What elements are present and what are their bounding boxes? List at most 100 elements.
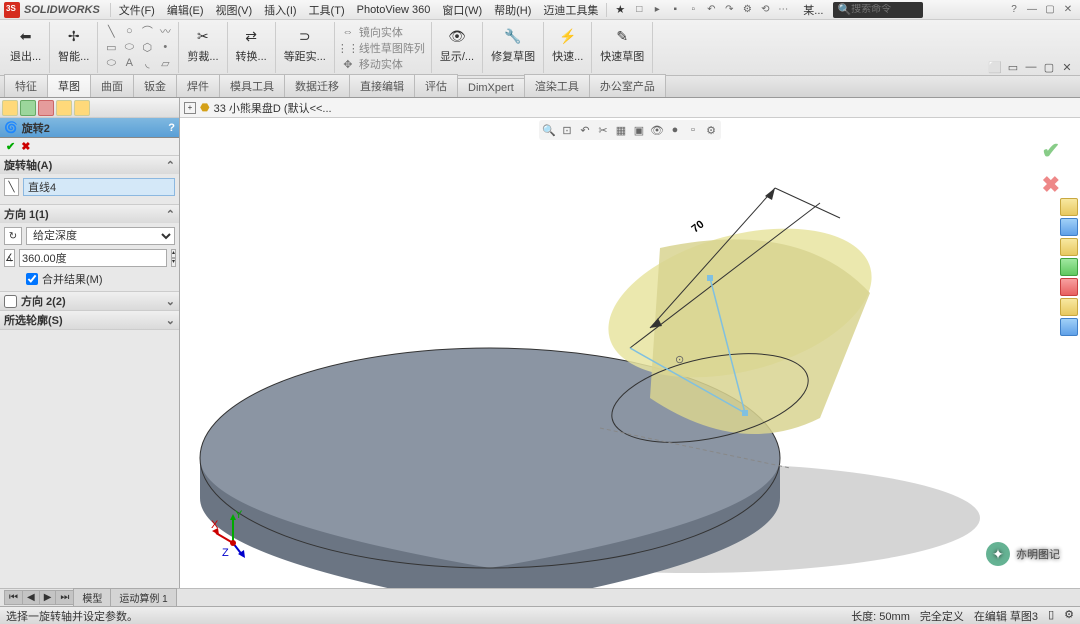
maximize-icon[interactable]: ▢ (1042, 2, 1058, 18)
menu-tools[interactable]: 工具(T) (303, 0, 351, 20)
tab-data[interactable]: 数据迁移 (284, 74, 350, 97)
redo-icon[interactable]: ↷ (721, 2, 737, 18)
task-library-icon[interactable] (1060, 238, 1078, 256)
dimension-value[interactable]: 70 (689, 218, 706, 235)
tab-dimxpert[interactable]: DimXpert (457, 78, 525, 97)
quick-button[interactable]: ⚡ 快速... (550, 24, 585, 66)
dir1-type-select[interactable]: 给定深度 (26, 227, 175, 245)
tab-office[interactable]: 办公室产品 (589, 74, 666, 97)
minimize-icon[interactable]: — (1024, 2, 1040, 18)
menu-maidi[interactable]: 迈迪工具集 (537, 0, 604, 20)
slot-icon[interactable]: ⬭ (122, 40, 136, 54)
offset-button[interactable]: ⊃ 等距实... (282, 24, 328, 66)
panel-tab-feature-tree-icon[interactable] (2, 100, 18, 116)
confirm-ok-icon[interactable]: ✔ (1042, 138, 1060, 164)
doc-close-icon[interactable]: ✕ (1060, 60, 1074, 74)
tab-weld[interactable]: 焊件 (176, 74, 220, 97)
doc-tile-icon[interactable]: ⬜ (988, 60, 1002, 74)
poly-icon[interactable]: ⬡ (140, 40, 154, 54)
circle-icon[interactable]: ○ (122, 24, 136, 38)
open-icon[interactable]: ▸ (649, 2, 665, 18)
tab-sketch[interactable]: 草图 (47, 74, 91, 97)
new-icon[interactable]: □ (631, 2, 647, 18)
panel-tab-dim-icon[interactable] (56, 100, 72, 116)
tab-next-icon[interactable]: ▶ (39, 590, 57, 605)
undo-icon[interactable]: ↶ (703, 2, 719, 18)
tab-direct[interactable]: 直接编辑 (349, 74, 415, 97)
rebuild-icon[interactable]: ⟲ (757, 2, 773, 18)
canvas[interactable]: 70 ⊙ (180, 118, 1080, 588)
convert-button[interactable]: ⇄ 转换... (234, 24, 269, 66)
task-appearance-icon[interactable] (1060, 298, 1078, 316)
point-icon[interactable]: • (158, 40, 172, 54)
task-custom-icon[interactable] (1060, 318, 1078, 336)
dir1-header[interactable]: 方向 1(1) ⌃ (0, 205, 179, 223)
dir2-checkbox[interactable] (4, 295, 17, 308)
dir2-header[interactable]: 方向 2(2) ⌄ (0, 292, 179, 310)
plane-icon[interactable]: ▱ (158, 56, 172, 70)
text-icon[interactable]: A (122, 56, 136, 70)
doc-min-icon[interactable]: — (1024, 60, 1038, 74)
contour-header[interactable]: 所选轮廓(S) ⌄ (0, 311, 179, 329)
task-view-icon[interactable] (1060, 278, 1078, 296)
tab-first-icon[interactable]: ⏮ (4, 590, 23, 605)
line-icon[interactable]: ╲ (104, 24, 118, 38)
tab-last-icon[interactable]: ⏭ (55, 590, 74, 605)
help-q-icon[interactable]: ? (168, 122, 175, 134)
more-icon[interactable]: ⋯ (775, 2, 791, 18)
angle-spinner[interactable]: ▴▾ (171, 249, 176, 267)
task-home-icon[interactable] (1060, 198, 1078, 216)
tab-sheetmetal[interactable]: 钣金 (133, 74, 177, 97)
tab-motion[interactable]: 运动算例 1 (110, 588, 176, 607)
merge-checkbox[interactable] (26, 273, 38, 285)
tab-surface[interactable]: 曲面 (90, 74, 134, 97)
reverse-icon[interactable]: ↻ (4, 227, 22, 245)
rect-icon[interactable]: ▭ (104, 40, 118, 54)
task-explorer-icon[interactable] (1060, 258, 1078, 276)
mirror-icon[interactable]: ⇔ (341, 25, 355, 39)
close-icon[interactable]: ✕ (1060, 2, 1076, 18)
tab-prev-icon[interactable]: ◀ (22, 590, 40, 605)
search-box[interactable]: 🔍 (833, 2, 923, 18)
angle-icon[interactable]: ∡ (4, 249, 15, 267)
axis-input[interactable] (23, 178, 175, 196)
save-icon[interactable]: ▪ (667, 2, 683, 18)
arc-icon[interactable]: ⌒ (140, 24, 154, 38)
doc-cascade-icon[interactable]: ▭ (1006, 60, 1020, 74)
search-input[interactable] (851, 4, 911, 15)
panel-tab-property-icon[interactable] (20, 100, 36, 116)
tree-part-name[interactable]: 33 小熊果盘D (默认<<... (214, 100, 332, 116)
pattern-label[interactable]: 线性草图阵列 (359, 40, 425, 56)
cancel-button[interactable]: ✖ (21, 140, 30, 153)
tab-mold[interactable]: 模具工具 (219, 74, 285, 97)
status-unit-icon[interactable]: ▯ (1048, 608, 1054, 624)
spline-icon[interactable]: 〰 (158, 24, 172, 38)
fast-sketch-button[interactable]: ✎ 快速草图 (598, 24, 646, 66)
repair-button[interactable]: 🔧 修复草图 (489, 24, 537, 66)
help-icon[interactable]: ? (1006, 2, 1022, 18)
options-icon[interactable]: ⚙ (739, 2, 755, 18)
menu-star-icon[interactable]: ★ (609, 1, 631, 18)
trim-button[interactable]: ✂ 剪裁... (185, 24, 220, 66)
menu-edit[interactable]: 编辑(E) (161, 0, 210, 20)
panel-tab-config-icon[interactable] (38, 100, 54, 116)
move-icon[interactable]: ✥ (341, 57, 355, 71)
menu-insert[interactable]: 插入(I) (258, 0, 302, 20)
status-custom-icon[interactable]: ⚙ (1064, 608, 1074, 624)
tab-model[interactable]: 模型 (73, 588, 111, 607)
orientation-triad[interactable]: Y X Z (208, 508, 258, 558)
exit-sketch-button[interactable]: ⬅ 退出... (8, 24, 43, 66)
axis-field-icon[interactable]: ╲ (4, 178, 19, 196)
mirror-label[interactable]: 镜向实体 (359, 24, 403, 40)
smart-dim-button[interactable]: ✢ 智能... (56, 24, 91, 66)
fillet-icon[interactable]: ◟ (140, 56, 154, 70)
move-label[interactable]: 移动实体 (359, 56, 403, 72)
tab-render[interactable]: 渲染工具 (524, 74, 590, 97)
doc-max-icon[interactable]: ▢ (1042, 60, 1056, 74)
axis-header[interactable]: 旋转轴(A) ⌃ (0, 156, 179, 174)
menu-window[interactable]: 窗口(W) (436, 0, 488, 20)
print-icon[interactable]: ▫ (685, 2, 701, 18)
ok-button[interactable]: ✔ (6, 140, 15, 153)
menu-photoview[interactable]: PhotoView 360 (351, 2, 437, 18)
ellipse-icon[interactable]: ⬭ (104, 56, 118, 70)
